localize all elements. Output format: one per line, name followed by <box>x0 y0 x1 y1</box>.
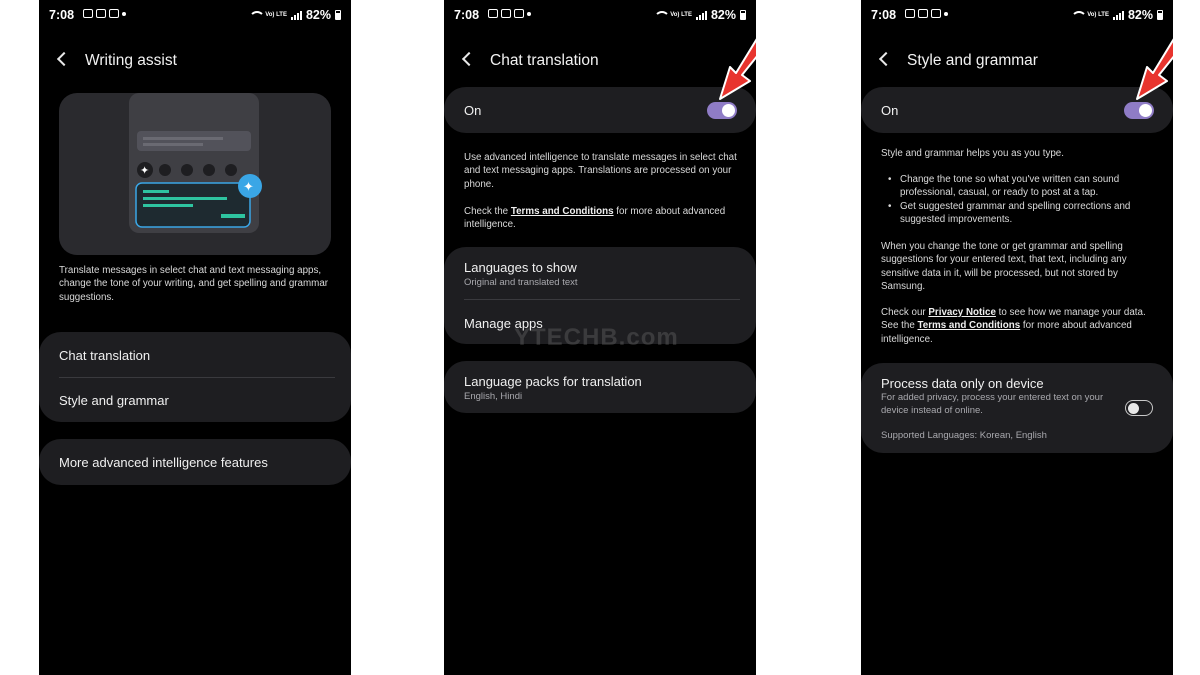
signal-icon <box>290 10 302 20</box>
on-device-card[interactable]: Process data only on device For added pr… <box>861 363 1173 453</box>
processing-text: When you change the tone or get grammar … <box>881 241 1127 293</box>
privacy-prefix: Check our <box>881 307 929 318</box>
back-arrow-icon[interactable] <box>461 51 477 67</box>
on-device-switch[interactable] <box>1125 400 1153 416</box>
intro-text: Style and grammar helps you as you type. <box>881 148 1064 159</box>
chat-translation-description: Use advanced intelligence to translate m… <box>464 152 737 190</box>
battery-icon <box>335 10 341 20</box>
notification-icons <box>488 9 531 18</box>
status-right: Vo) LTE 82% <box>1071 8 1163 22</box>
back-arrow-icon[interactable] <box>878 51 894 67</box>
battery-icon <box>740 10 746 20</box>
writing-assist-illustration: ✦ ✦ <box>129 93 262 233</box>
volte-icon: Vo) LTE <box>1087 12 1109 18</box>
style-grammar-item[interactable]: Style and grammar <box>59 393 169 408</box>
notification-icons <box>905 9 948 18</box>
page-title: Style and grammar <box>907 52 1038 69</box>
battery-percent: 82% <box>1127 8 1153 22</box>
on-device-label: Process data only on device <box>881 376 1044 391</box>
status-time: 7:08 <box>454 8 480 22</box>
volte-icon: Vo) LTE <box>265 12 287 18</box>
divider <box>59 377 335 378</box>
divider <box>464 299 740 300</box>
gallery-icon <box>83 9 93 18</box>
battery-percent: 82% <box>710 8 736 22</box>
on-device-sub: For added privacy, process your entered … <box>881 392 1104 416</box>
languages-to-show-item[interactable]: Languages to show <box>464 260 577 275</box>
feature-bullets: Change the tone so what you've written c… <box>881 173 1161 227</box>
svg-text:✦: ✦ <box>140 165 149 177</box>
privacy-paragraph: Check our Privacy Notice to see how we m… <box>881 306 1161 346</box>
youtube-icon <box>931 9 941 18</box>
status-time: 7:08 <box>49 8 75 22</box>
signal-icon <box>1112 10 1124 20</box>
back-arrow-icon[interactable] <box>56 51 72 67</box>
language-packs-label: Language packs for translation <box>464 374 642 389</box>
app-header: Writing assist <box>39 50 351 74</box>
wifi-icon <box>654 10 671 20</box>
master-toggle-card[interactable]: On <box>861 87 1173 133</box>
language-packs-sub: English, Hindi <box>464 391 523 402</box>
chat-translation-item[interactable]: Chat translation <box>59 348 150 363</box>
status-bar: 7:08 Vo) LTE 82% <box>861 6 1173 24</box>
app-header: Style and grammar <box>861 50 1173 74</box>
languages-to-show-sub: Original and translated text <box>464 277 578 288</box>
status-right: Vo) LTE 82% <box>249 8 341 22</box>
more-notifications-icon <box>944 11 948 16</box>
page-title: Writing assist <box>85 52 177 69</box>
master-toggle-card[interactable]: On <box>444 87 756 133</box>
bullet-item: Change the tone so what you've written c… <box>881 173 1161 200</box>
privacy-notice-link[interactable]: Privacy Notice <box>928 307 996 318</box>
more-notifications-icon <box>527 11 531 16</box>
status-time: 7:08 <box>871 8 897 22</box>
battery-percent: 82% <box>305 8 331 22</box>
toggle-label: On <box>464 103 482 118</box>
terms-paragraph: Check the Terms and Conditions for more … <box>464 205 744 232</box>
more-features-label: More advanced intelligence features <box>59 455 268 470</box>
watermark: YTECHB.com <box>514 324 679 351</box>
notification-icons <box>83 9 126 18</box>
signal-icon <box>695 10 707 20</box>
app-header: Chat translation <box>444 50 756 74</box>
volte-icon: Vo) LTE <box>670 12 692 18</box>
illustration-card: ✦ ✦ <box>59 93 331 255</box>
gallery-icon <box>488 9 498 18</box>
terms-prefix: Check the <box>464 206 511 217</box>
youtube-icon <box>96 9 106 18</box>
phone-chat-translation: 7:08 Vo) LTE 82% Chat translation On Use… <box>444 0 756 675</box>
youtube-icon <box>514 9 524 18</box>
youtube-icon <box>501 9 511 18</box>
bullet-item: Get suggested grammar and spelling corre… <box>881 200 1161 227</box>
terms-link[interactable]: Terms and Conditions <box>511 206 614 217</box>
youtube-icon <box>109 9 119 18</box>
more-notifications-icon <box>122 11 126 16</box>
battery-icon <box>1157 10 1163 20</box>
status-bar: 7:08 Vo) LTE 82% <box>444 6 756 24</box>
gallery-icon <box>905 9 915 18</box>
terms-link[interactable]: Terms and Conditions <box>918 320 1021 331</box>
toggle-label: On <box>881 103 899 118</box>
youtube-icon <box>918 9 928 18</box>
wifi-icon <box>1071 10 1088 20</box>
pointer-arrow <box>719 38 756 100</box>
status-right: Vo) LTE 82% <box>654 8 746 22</box>
status-bar: 7:08 Vo) LTE 82% <box>39 6 351 24</box>
phone-style-grammar: 7:08 Vo) LTE 82% Style and grammar On St… <box>861 0 1173 675</box>
wifi-icon <box>249 10 266 20</box>
supported-languages: Supported Languages: Korean, English <box>881 430 1047 441</box>
svg-text:✦: ✦ <box>243 179 254 194</box>
language-packs-card[interactable]: Language packs for translation English, … <box>444 361 756 413</box>
more-features-card[interactable]: More advanced intelligence features <box>39 439 351 485</box>
screen-description: Translate messages in select chat and te… <box>59 265 329 303</box>
page-title: Chat translation <box>490 52 599 69</box>
phone-writing-assist: 7:08 Vo) LTE 82% Writing assist ✦ ✦ Tran… <box>39 0 351 675</box>
pointer-arrow <box>1136 38 1173 100</box>
features-card: Chat translation Style and grammar <box>39 332 351 422</box>
